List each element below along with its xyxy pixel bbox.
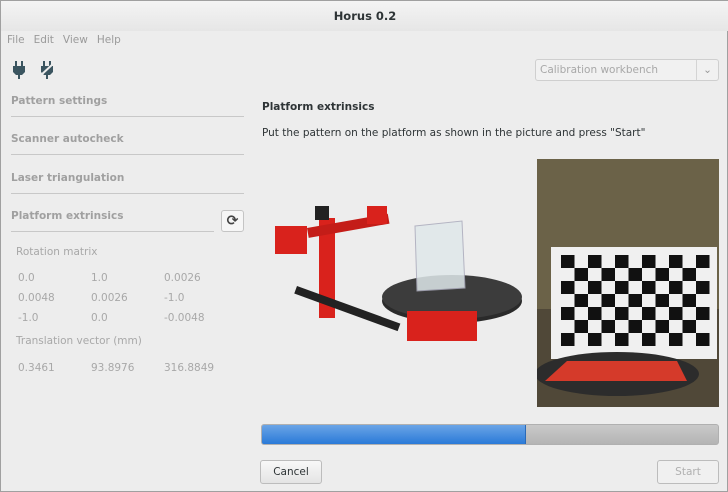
- camera-preview: [537, 159, 719, 407]
- menu-file[interactable]: File: [7, 34, 25, 46]
- progress-fill: [262, 425, 527, 444]
- chevron-down-icon: ⌄: [696, 60, 718, 80]
- progress-bar: [261, 424, 719, 445]
- translation-cell: 0.3461: [18, 362, 55, 374]
- window-title: Horus 0.2: [1, 1, 728, 31]
- rotation-cell: 0.0026: [164, 272, 201, 284]
- rotation-cell: -0.0048: [164, 312, 205, 324]
- menu-help[interactable]: Help: [97, 34, 121, 46]
- start-button[interactable]: Start: [657, 460, 719, 484]
- plug-icon[interactable]: [11, 60, 27, 80]
- section-scanner-autocheck[interactable]: Scanner autocheck: [11, 133, 244, 155]
- workbench-select-value: Calibration workbench: [540, 64, 659, 76]
- section-platform-extrinsics[interactable]: Platform extrinsics: [11, 210, 214, 232]
- menu-bar: File Edit View Help: [7, 34, 121, 46]
- rotation-matrix-label: Rotation matrix: [16, 246, 98, 258]
- rotation-cell: -1.0: [18, 312, 39, 324]
- workbench-select[interactable]: Calibration workbench ⌄: [535, 59, 719, 81]
- section-pattern-settings[interactable]: Pattern settings: [11, 95, 244, 117]
- menu-edit[interactable]: Edit: [34, 34, 54, 46]
- refresh-icon: ⟳: [226, 213, 239, 229]
- rotation-cell: 1.0: [91, 272, 108, 284]
- rotation-cell: 0.0: [18, 272, 35, 284]
- refresh-button[interactable]: ⟳: [221, 210, 244, 232]
- translation-cell: 316.8849: [164, 362, 215, 374]
- rotation-cell: 0.0: [91, 312, 108, 324]
- rotation-cell: 0.0026: [91, 292, 128, 304]
- section-laser-triangulation[interactable]: Laser triangulation: [11, 172, 244, 194]
- scanner-illustration: [275, 206, 522, 341]
- rotation-cell: 0.0048: [18, 292, 55, 304]
- rotation-cell: -1.0: [164, 292, 185, 304]
- plug-disconnected-icon[interactable]: [39, 60, 55, 80]
- instruction-text: Put the pattern on the platform as shown…: [262, 127, 646, 139]
- translation-cell: 93.8976: [91, 362, 135, 374]
- page-title: Platform extrinsics: [262, 101, 375, 113]
- cancel-button[interactable]: Cancel: [260, 460, 322, 484]
- menu-view[interactable]: View: [63, 34, 88, 46]
- translation-vector-label: Translation vector (mm): [16, 335, 142, 347]
